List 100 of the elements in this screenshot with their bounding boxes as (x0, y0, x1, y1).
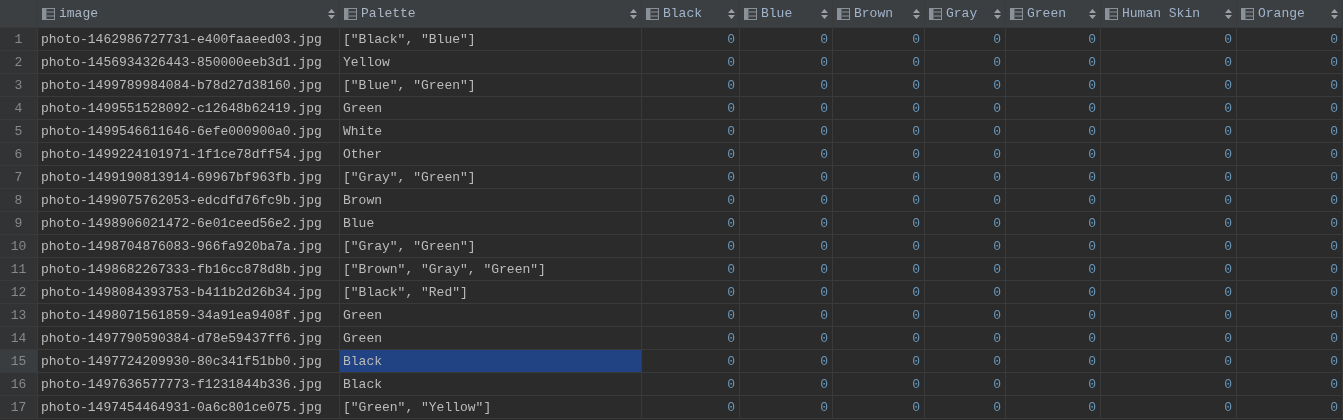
table-cell: 0 (642, 235, 740, 258)
sort-icon[interactable] (1225, 8, 1232, 19)
table-cell: 0 (1237, 373, 1343, 396)
row-number: 13 (0, 304, 38, 327)
table-cell[interactable]: ["Black", "Blue"] (340, 28, 642, 51)
table-cell: 0 (740, 258, 833, 281)
table-cell: 0 (1006, 74, 1101, 97)
sort-icon[interactable] (630, 8, 637, 19)
table-cell: 0 (925, 143, 1006, 166)
table-cell: 0 (1101, 120, 1237, 143)
table-cell: 0 (925, 166, 1006, 189)
table-cell: 0 (925, 373, 1006, 396)
table-cell: 0 (642, 350, 740, 373)
sort-icon[interactable] (1089, 8, 1096, 19)
row-number: 1 (0, 28, 38, 51)
column-header[interactable]: Gray (925, 0, 1006, 28)
table-icon (344, 7, 357, 20)
row-number: 17 (0, 396, 38, 419)
table-cell: 0 (740, 304, 833, 327)
table-cell[interactable]: Other (340, 143, 642, 166)
table-cell: 0 (740, 350, 833, 373)
table-cell[interactable]: White (340, 120, 642, 143)
table-cell: photo-1498906021472-6e01ceed56e2.jpg (38, 212, 340, 235)
table-cell: 0 (1237, 120, 1343, 143)
table-cell[interactable]: Green (340, 97, 642, 120)
table-cell[interactable]: Yellow (340, 51, 642, 74)
sort-icon[interactable] (913, 8, 920, 19)
table-cell: 0 (925, 396, 1006, 419)
table-cell[interactable]: ["Gray", "Green"] (340, 235, 642, 258)
table-icon (42, 7, 55, 20)
table-cell: 0 (833, 281, 925, 304)
table-cell: 0 (1006, 51, 1101, 74)
table-cell: 0 (740, 74, 833, 97)
table-cell: 0 (1101, 189, 1237, 212)
table-cell[interactable]: Green (340, 327, 642, 350)
table-icon (929, 7, 942, 20)
column-header[interactable]: Orange (1237, 0, 1343, 28)
table-cell: 0 (1006, 189, 1101, 212)
table-cell: 0 (925, 28, 1006, 51)
row-number: 5 (0, 120, 38, 143)
sort-icon[interactable] (728, 8, 735, 19)
table-cell: 0 (1237, 304, 1343, 327)
table-cell: 0 (740, 327, 833, 350)
column-header[interactable]: Blue (740, 0, 833, 28)
table-cell: 0 (1101, 373, 1237, 396)
table-cell: 0 (642, 281, 740, 304)
column-header[interactable]: Black (642, 0, 740, 28)
table-cell[interactable]: ["Blue", "Green"] (340, 74, 642, 97)
table-cell: 0 (1006, 28, 1101, 51)
table-cell[interactable]: ["Green", "Yellow"] (340, 396, 642, 419)
table-cell: photo-1499075762053-edcdfd76fc9b.jpg (38, 189, 340, 212)
table-cell[interactable]: Black (340, 350, 642, 373)
table-cell[interactable]: ["Brown", "Gray", "Green"] (340, 258, 642, 281)
column-header[interactable]: Palette (340, 0, 642, 28)
table-cell: 0 (1006, 350, 1101, 373)
row-number: 15 (0, 350, 38, 373)
table-cell: 0 (642, 74, 740, 97)
table-cell: 0 (1006, 166, 1101, 189)
sort-icon[interactable] (821, 8, 828, 19)
table-icon (1105, 7, 1118, 20)
table-cell: 0 (925, 189, 1006, 212)
table-cell: photo-1499190813914-69967bf963fb.jpg (38, 166, 340, 189)
table-cell: 0 (1237, 235, 1343, 258)
row-number: 8 (0, 189, 38, 212)
table-cell: 0 (1006, 304, 1101, 327)
table-cell: 0 (740, 120, 833, 143)
table-cell[interactable]: ["Black", "Red"] (340, 281, 642, 304)
table-cell: 0 (1101, 74, 1237, 97)
table-cell: 0 (1101, 235, 1237, 258)
column-header[interactable]: Green (1006, 0, 1101, 28)
sort-icon[interactable] (1331, 8, 1338, 19)
table-cell[interactable]: Black (340, 373, 642, 396)
table-cell: 0 (1006, 327, 1101, 350)
column-header[interactable]: Human Skin (1101, 0, 1237, 28)
table-cell: 0 (925, 212, 1006, 235)
column-header[interactable]: image (38, 0, 340, 28)
table-cell: 0 (1237, 350, 1343, 373)
table-cell: photo-1499224101971-1f1ce78dff54.jpg (38, 143, 340, 166)
table-cell: 0 (1101, 51, 1237, 74)
table-cell[interactable]: Blue (340, 212, 642, 235)
row-number: 10 (0, 235, 38, 258)
table-cell: photo-1499789984084-b78d27d38160.jpg (38, 74, 340, 97)
sort-icon[interactable] (994, 8, 1001, 19)
table-cell: 0 (1101, 212, 1237, 235)
table-cell: 0 (1101, 166, 1237, 189)
table-cell: 0 (740, 28, 833, 51)
table-icon (1241, 7, 1254, 20)
table-cell: 0 (833, 166, 925, 189)
table-cell[interactable]: Green (340, 304, 642, 327)
table-cell: 0 (642, 373, 740, 396)
sort-icon[interactable] (328, 8, 335, 19)
table-cell[interactable]: ["Gray", "Green"] (340, 166, 642, 189)
column-header[interactable]: Brown (833, 0, 925, 28)
table-cell: 0 (1101, 396, 1237, 419)
table-cell: 0 (642, 143, 740, 166)
table-cell: 0 (833, 235, 925, 258)
table-cell: 0 (740, 189, 833, 212)
table-cell: 0 (833, 74, 925, 97)
table-cell[interactable]: Brown (340, 189, 642, 212)
table-cell: 0 (642, 396, 740, 419)
